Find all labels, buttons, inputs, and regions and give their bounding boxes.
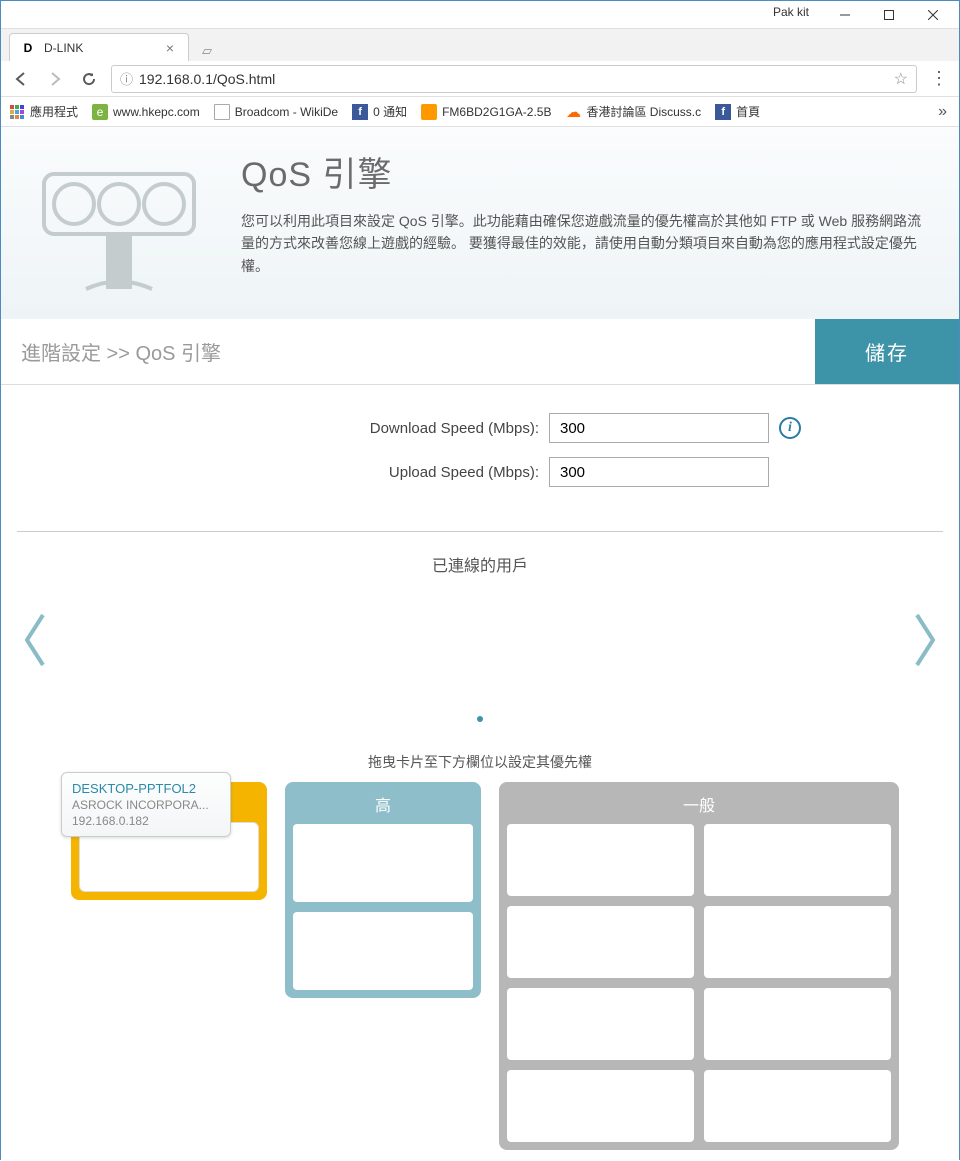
connected-clients-title: 已連線的用戶 — [1, 552, 959, 576]
drop-slot[interactable] — [704, 1070, 891, 1142]
drag-hint: 拖曳卡片至下方欄位以設定其優先權 — [1, 752, 959, 772]
client-card[interactable]: DESKTOP-PPTFOL2 ASROCK INCORPORA... 192.… — [61, 772, 231, 837]
maximize-button[interactable] — [867, 2, 911, 28]
bookmark-item[interactable]: FM6BD2G1GA-2.5B — [421, 104, 551, 120]
back-button[interactable] — [9, 67, 33, 91]
window-user-label: Pak kit — [773, 5, 809, 19]
priority-area: DESKTOP-PPTFOL2 ASROCK INCORPORA... 192.… — [1, 782, 959, 1161]
carousel-next-button[interactable] — [911, 610, 939, 682]
download-row: Download Speed (Mbps): i — [21, 413, 939, 443]
minimize-button[interactable] — [823, 2, 867, 28]
bookmark-item[interactable]: f 0 通知 — [352, 103, 407, 120]
bookmark-item[interactable]: Broadcom - WikiDe — [214, 104, 338, 120]
bookmark-label: Broadcom - WikiDe — [235, 105, 338, 119]
client-ip: 192.168.0.182 — [72, 814, 220, 828]
drop-slot[interactable] — [293, 824, 473, 902]
page-viewport[interactable]: QoS 引擎 您可以利用此項目來設定 QoS 引擎。此功能藉由確保您遊戲流量的優… — [1, 127, 959, 1161]
close-window-button[interactable] — [911, 2, 955, 28]
address-bar[interactable]: ⓘ 192.168.0.1/QoS.html ☆ — [111, 65, 917, 93]
info-icon[interactable]: i — [779, 417, 801, 439]
bookmark-label: FM6BD2G1GA-2.5B — [442, 105, 551, 119]
carousel-prev-button[interactable] — [21, 610, 49, 682]
drop-slot[interactable] — [704, 824, 891, 896]
reload-button[interactable] — [77, 67, 101, 91]
bookmark-item[interactable]: ☁ 香港討論區 Discuss.c — [565, 103, 701, 120]
upload-label: Upload Speed (Mbps): — [159, 464, 539, 481]
browser-tab[interactable]: D D-LINK × — [9, 33, 189, 61]
bookmarks-bar: 應用程式 e www.hkepc.com Broadcom - WikiDe f… — [1, 97, 959, 127]
client-name: DESKTOP-PPTFOL2 — [72, 781, 220, 796]
tab-favicon: D — [20, 40, 36, 56]
window-titlebar: Pak kit — [1, 1, 959, 29]
traffic-light-icon — [21, 139, 221, 299]
bookmark-label: www.hkepc.com — [113, 105, 200, 119]
site-icon — [421, 104, 437, 120]
url-text: 192.168.0.1/QoS.html — [139, 71, 888, 87]
page-title: QoS 引擎 — [241, 147, 929, 196]
site-icon: e — [92, 104, 108, 120]
browser-menu-button[interactable]: ⋮ — [927, 67, 951, 91]
download-label: Download Speed (Mbps): — [159, 420, 539, 437]
drop-slot[interactable] — [293, 912, 473, 990]
bookmark-apps[interactable]: 應用程式 — [9, 103, 78, 120]
bookmark-label: 首頁 — [736, 103, 760, 120]
sub-toolbar: 進階設定 >> QoS 引擎 儲存 — [1, 319, 959, 385]
bookmarks-overflow-button[interactable]: » — [938, 103, 951, 121]
apps-icon — [9, 104, 25, 120]
speed-form: Download Speed (Mbps): i Upload Speed (M… — [1, 385, 959, 521]
save-button[interactable]: 儲存 — [815, 319, 959, 384]
drop-slot[interactable] — [507, 906, 694, 978]
bookmark-label: 應用程式 — [30, 103, 78, 120]
site-info-icon[interactable]: ⓘ — [120, 69, 133, 88]
page-icon — [214, 104, 230, 120]
priority-high-zone[interactable]: 高 — [285, 782, 481, 998]
address-toolbar: ⓘ 192.168.0.1/QoS.html ☆ ⋮ — [1, 61, 959, 97]
new-tab-button[interactable]: ▱ — [195, 41, 219, 61]
upload-row: Upload Speed (Mbps): — [21, 457, 939, 487]
carousel-dot[interactable] — [477, 716, 483, 722]
client-card-wrapper: DESKTOP-PPTFOL2 ASROCK INCORPORA... 192.… — [71, 782, 267, 900]
drop-slot[interactable] — [704, 988, 891, 1060]
speech-icon: ☁ — [565, 104, 581, 120]
bookmark-label: 0 通知 — [373, 103, 407, 120]
drop-slot[interactable] — [507, 1070, 694, 1142]
bookmark-star-icon[interactable]: ☆ — [894, 69, 908, 89]
tab-strip: D D-LINK × ▱ — [1, 29, 959, 61]
tab-close-button[interactable]: × — [162, 40, 178, 56]
page-header: QoS 引擎 您可以利用此項目來設定 QoS 引擎。此功能藉由確保您遊戲流量的優… — [1, 127, 959, 319]
facebook-icon: f — [352, 104, 368, 120]
client-carousel — [1, 596, 959, 696]
drop-slot[interactable] — [704, 906, 891, 978]
drop-slot[interactable] — [507, 824, 694, 896]
hero-text: QoS 引擎 您可以利用此項目來設定 QoS 引擎。此功能藉由確保您遊戲流量的優… — [241, 139, 929, 299]
drop-slot[interactable] — [507, 988, 694, 1060]
page-description: 您可以利用此項目來設定 QoS 引擎。此功能藉由確保您遊戲流量的優先權高於其他如… — [241, 210, 929, 277]
priority-high-label: 高 — [293, 792, 473, 816]
page-content: QoS 引擎 您可以利用此項目來設定 QoS 引擎。此功能藉由確保您遊戲流量的優… — [1, 127, 959, 1161]
bookmark-item[interactable]: e www.hkepc.com — [92, 104, 200, 120]
forward-button[interactable] — [43, 67, 67, 91]
upload-input[interactable] — [549, 457, 769, 487]
breadcrumb: 進階設定 >> QoS 引擎 — [1, 319, 241, 384]
bookmark-item[interactable]: f 首頁 — [715, 103, 760, 120]
facebook-icon: f — [715, 104, 731, 120]
priority-normal-zone[interactable]: 一般 — [499, 782, 899, 1150]
divider — [17, 531, 943, 532]
bookmark-label: 香港討論區 Discuss.c — [586, 103, 701, 120]
browser-window: Pak kit D D-LINK × ▱ ⓘ 192.16 — [0, 0, 960, 1160]
priority-normal-label: 一般 — [507, 792, 891, 816]
download-input[interactable] — [549, 413, 769, 443]
client-vendor: ASROCK INCORPORA... — [72, 798, 220, 812]
tab-title: D-LINK — [44, 41, 162, 55]
